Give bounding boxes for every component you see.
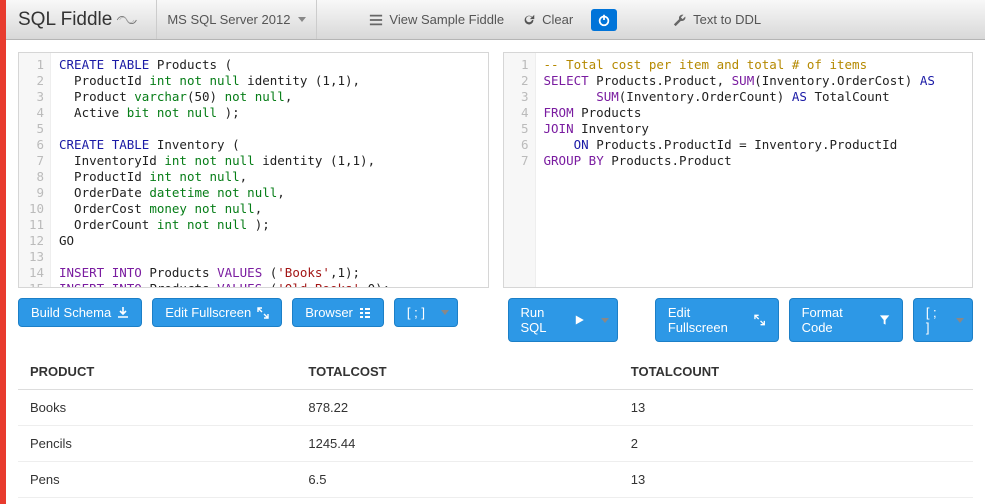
run-sql-button[interactable]: Run SQL (508, 298, 618, 342)
chevron-down-icon (956, 318, 964, 323)
schema-code[interactable]: CREATE TABLE Products ( ProductId int no… (55, 53, 488, 288)
table-cell: Pencils (18, 426, 296, 462)
expand-icon (257, 307, 269, 319)
results-column-header: TOTALCOUNT (619, 354, 973, 390)
edit-fullscreen-left-button[interactable]: Edit Fullscreen (152, 298, 282, 327)
brand-text: SQL Fiddle (18, 9, 112, 31)
build-schema-label: Build Schema (31, 305, 111, 320)
schema-terminator-label: [ ; ] (407, 305, 425, 320)
editors-row: 123456789101112131415161718 CREATE TABLE… (6, 40, 985, 294)
edit-fullscreen-right-button[interactable]: Edit Fullscreen (655, 298, 779, 342)
table-cell: Books (18, 390, 296, 426)
download-icon (117, 307, 129, 319)
chevron-down-icon (298, 17, 306, 22)
chevron-down-icon (601, 318, 609, 323)
run-sql-label: Run SQL (521, 305, 569, 335)
power-icon (597, 13, 611, 27)
query-code[interactable]: -- Total cost per item and total # of it… (540, 53, 973, 169)
schema-gutter: 123456789101112131415161718 (19, 53, 51, 287)
top-toolbar: SQL Fiddle MS SQL Server 2012 View Sampl… (6, 0, 985, 40)
table-row: Books878.2213 (18, 390, 973, 426)
query-button-row: Run SQL Edit Fullscreen Format Code [ ; … (496, 294, 985, 354)
table-cell: Pens (18, 462, 296, 498)
db-engine-label: MS SQL Server 2012 (167, 12, 290, 27)
query-terminator-label: [ ; ] (926, 305, 940, 335)
build-schema-button[interactable]: Build Schema (18, 298, 142, 327)
edit-fullscreen-right-label: Edit Fullscreen (668, 305, 749, 335)
text-to-ddl-label: Text to DDL (693, 12, 761, 27)
text-to-ddl-button[interactable]: Text to DDL (673, 12, 761, 27)
brand-swirl-icon (116, 12, 140, 28)
filter-icon (879, 314, 890, 326)
clear-label: Clear (542, 12, 573, 27)
table-cell: 1245.44 (296, 426, 618, 462)
query-editor[interactable]: 1234567 -- Total cost per item and total… (503, 52, 974, 288)
wrench-icon (673, 13, 687, 27)
expand-icon (754, 314, 765, 326)
left-accent-stripe (0, 0, 6, 504)
power-button[interactable] (591, 9, 617, 31)
refresh-icon (522, 13, 536, 27)
brand[interactable]: SQL Fiddle (18, 9, 140, 31)
run-sql-caret[interactable] (593, 298, 618, 342)
browser-button[interactable]: Browser (292, 298, 384, 327)
format-code-button[interactable]: Format Code (789, 298, 903, 342)
table-cell: 878.22 (296, 390, 618, 426)
table-cell: 2 (619, 426, 973, 462)
schema-terminator-caret[interactable] (433, 298, 458, 327)
results-column-header: PRODUCT (18, 354, 296, 390)
query-gutter: 1234567 (504, 53, 536, 287)
table-cell: 13 (619, 462, 973, 498)
table-cell: 13 (619, 390, 973, 426)
table-row: Pens6.513 (18, 462, 973, 498)
chevron-down-icon (441, 310, 449, 315)
play-icon (574, 314, 585, 326)
results-column-header: TOTALCOST (296, 354, 618, 390)
format-code-label: Format Code (802, 305, 873, 335)
query-terminator-caret[interactable] (948, 298, 973, 342)
schema-editor[interactable]: 123456789101112131415161718 CREATE TABLE… (18, 52, 489, 288)
view-sample-fiddle-button[interactable]: View Sample Fiddle (369, 12, 504, 27)
schema-button-row: Build Schema Edit Fullscreen Browser [ ;… (6, 294, 496, 339)
table-row: Pencils1245.442 (18, 426, 973, 462)
results-header-row: PRODUCTTOTALCOSTTOTALCOUNT (18, 354, 973, 390)
schema-terminator-button[interactable]: [ ; ] (394, 298, 458, 327)
results-table: PRODUCTTOTALCOSTTOTALCOUNT Books878.2213… (18, 354, 973, 498)
query-terminator-button[interactable]: [ ; ] (913, 298, 973, 342)
browser-label: Browser (305, 305, 353, 320)
list-icon (369, 13, 383, 27)
tree-icon (359, 307, 371, 319)
edit-fullscreen-left-label: Edit Fullscreen (165, 305, 251, 320)
clear-button[interactable]: Clear (522, 12, 573, 27)
table-cell: 6.5 (296, 462, 618, 498)
db-engine-select[interactable]: MS SQL Server 2012 (156, 0, 317, 39)
view-sample-label: View Sample Fiddle (389, 12, 504, 27)
